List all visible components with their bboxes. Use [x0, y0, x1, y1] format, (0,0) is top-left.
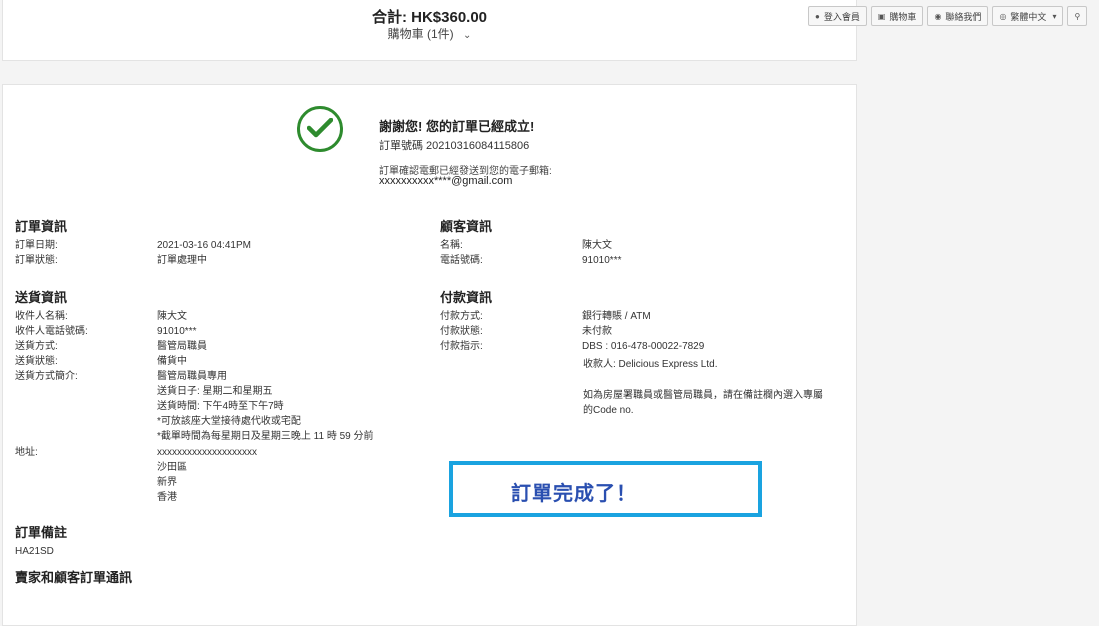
- address-line: xxxxxxxxxxxxxxxxxxxx: [157, 447, 257, 458]
- chevron-down-icon: ⌄: [462, 30, 472, 41]
- address-line: 沙田區: [157, 462, 187, 473]
- order-notes-heading: 訂單備註: [15, 525, 68, 540]
- address-label: 地址:: [15, 447, 38, 458]
- order-confirmation-panel: 謝謝您! 您的訂單已經成立! 訂單號碼 20210316084115806 訂單…: [2, 84, 857, 626]
- customer-info-heading: 顧客資訊: [440, 219, 493, 234]
- delivery-desc-line: *可放該座大堂接待處代收或宅配: [157, 416, 301, 427]
- contact-button[interactable]: ◉ 聯絡我們: [927, 6, 989, 26]
- delivery-info-heading: 送貨資訊: [15, 290, 68, 305]
- delivery-desc-line: 送貨時間: 下午4時至下午7時: [157, 401, 284, 412]
- cart-items-label: 購物車 (1件): [387, 27, 454, 41]
- payment-info-heading: 付款資訊: [440, 290, 493, 305]
- success-check-icon: [297, 106, 343, 152]
- payment-note-line: 的Code no.: [583, 405, 634, 416]
- search-icon: ⚲: [1074, 11, 1081, 21]
- user-icon: ●: [815, 11, 820, 21]
- order-number: 訂單號碼 20210316084115806: [379, 140, 530, 152]
- cart-icon: ▣: [877, 11, 886, 21]
- cart-dropdown[interactable]: 購物車 (1件) ⌄: [3, 25, 856, 42]
- payment-note-line: 如為房屋署職員或醫管局職員，請在備註欄內選入專屬: [583, 390, 823, 401]
- order-notes-value: HA21SD: [15, 546, 54, 557]
- address-line: 香港: [157, 492, 177, 503]
- cart-summary-bar: 合計: HK$360.00 購物車 (1件) ⌄: [2, 0, 857, 61]
- payee-text: 收款人: Delicious Express Ltd.: [583, 359, 718, 370]
- customer-email: xxxxxxxxxx****@gmail.com: [379, 175, 513, 187]
- chat-icon: ◉: [934, 11, 942, 21]
- address-line: 新界: [157, 477, 177, 488]
- order-info-heading: 訂單資訊: [15, 219, 68, 234]
- cart-button[interactable]: ▣ 購物車: [870, 6, 924, 26]
- order-messages-heading: 賣家和顧客訂單通訊: [15, 570, 133, 585]
- globe-icon: ◎: [999, 11, 1007, 21]
- caret-down-icon: ▾: [1052, 11, 1057, 21]
- search-button[interactable]: ⚲: [1067, 6, 1088, 26]
- language-select[interactable]: ◎ 繁體中文 ▾: [992, 6, 1064, 26]
- delivery-desc-line: 送貨日子: 星期二和星期五: [157, 386, 273, 397]
- cart-total: 合計: HK$360.00: [371, 9, 488, 26]
- delivery-desc-line: *截單時間為每星期日及星期三晚上 11 時 59 分前: [157, 431, 374, 442]
- order-complete-text: 訂單完成了！: [511, 483, 637, 505]
- top-nav: ● 登入會員 ▣ 購物車 ◉ 聯絡我們 ◎ 繁體中文 ▾ ⚲: [808, 6, 1088, 26]
- success-title: 謝謝您! 您的訂單已經成立!: [379, 119, 535, 134]
- order-complete-callout: 訂單完成了！: [449, 461, 762, 517]
- login-button[interactable]: ● 登入會員: [808, 6, 867, 26]
